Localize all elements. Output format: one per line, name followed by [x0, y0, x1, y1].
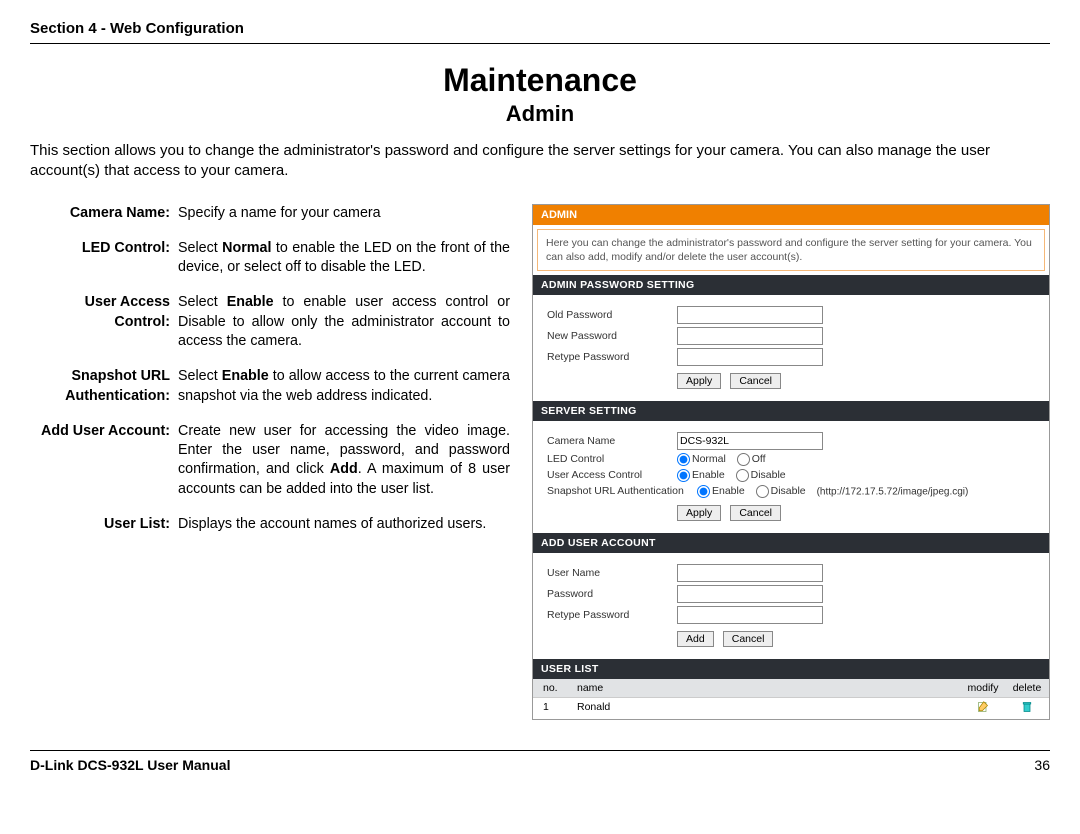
userlist-section-header: USER LIST — [533, 659, 1049, 679]
def-snapshot-text: Select Enable to allow access to the cur… — [178, 367, 510, 406]
server-section-header: SERVER SETTING — [533, 401, 1049, 421]
username-label: User Name — [537, 567, 677, 579]
userlist-row: 1 Ronald — [533, 698, 1049, 719]
new-password-label: New Password — [537, 330, 677, 342]
page-subtitle: Admin — [30, 101, 1050, 127]
col-modify: modify — [961, 682, 1005, 694]
adduser-section-header: ADD USER ACCOUNT — [533, 533, 1049, 553]
col-name: name — [577, 682, 961, 694]
admin-description: Here you can change the administrator's … — [537, 229, 1045, 271]
snapshot-auth-label: Snapshot URL Authentication — [537, 485, 697, 497]
userlist-header-row: no. name modify delete — [533, 679, 1049, 698]
retype-password2-label: Retype Password — [537, 609, 677, 621]
col-no: no. — [533, 682, 577, 694]
col-delete: delete — [1005, 682, 1049, 694]
uac-enable-radio[interactable] — [677, 469, 690, 482]
def-user-access-label: User Access Control: — [30, 293, 170, 332]
userlist-row-no: 1 — [533, 701, 577, 716]
def-user-access-text: Select Enable to enable user access cont… — [178, 293, 510, 351]
new-password-input[interactable] — [677, 327, 823, 345]
pwd-cancel-button[interactable]: Cancel — [730, 373, 781, 389]
def-add-user-label: Add User Account: — [30, 422, 170, 441]
snapshot-disable-radio[interactable] — [756, 485, 769, 498]
def-camera-name-label: Camera Name: — [30, 204, 170, 223]
uac-disable-radio[interactable] — [736, 469, 749, 482]
retype-password-label: Retype Password — [537, 351, 677, 363]
footer-page-number: 36 — [1034, 757, 1050, 773]
password-label: Password — [537, 588, 677, 600]
adduser-cancel-button[interactable]: Cancel — [723, 631, 774, 647]
retype-password2-input[interactable] — [677, 606, 823, 624]
password-input[interactable] — [677, 585, 823, 603]
def-led-control-label: LED Control: — [30, 239, 170, 258]
section-header: Section 4 - Web Configuration — [30, 20, 1050, 44]
add-user-button[interactable]: Add — [677, 631, 714, 647]
footer-manual-title: D-Link DCS-932L User Manual — [30, 757, 230, 773]
retype-password-input[interactable] — [677, 348, 823, 366]
server-cancel-button[interactable]: Cancel — [730, 505, 781, 521]
camera-name-label: Camera Name — [537, 435, 677, 447]
def-user-list-label: User List: — [30, 515, 170, 534]
userlist-row-name: Ronald — [577, 701, 961, 716]
def-camera-name-text: Specify a name for your camera — [178, 204, 510, 223]
page-title: Maintenance — [30, 62, 1050, 99]
admin-screenshot: ADMIN Here you can change the administra… — [532, 204, 1050, 720]
uac-label: User Access Control — [537, 469, 677, 481]
definitions-column: Camera Name: Specify a name for your cam… — [30, 204, 510, 551]
modify-icon[interactable] — [977, 701, 989, 713]
server-apply-button[interactable]: Apply — [677, 505, 721, 521]
def-led-control-text: Select Normal to enable the LED on the f… — [178, 239, 510, 278]
snapshot-enable-radio[interactable] — [697, 485, 710, 498]
pwd-apply-button[interactable]: Apply — [677, 373, 721, 389]
page-footer: D-Link DCS-932L User Manual 36 — [30, 750, 1050, 773]
led-normal-radio[interactable] — [677, 453, 690, 466]
delete-icon[interactable] — [1021, 701, 1033, 713]
camera-name-input[interactable] — [677, 432, 823, 450]
led-off-radio[interactable] — [737, 453, 750, 466]
admin-header-bar: ADMIN — [533, 205, 1049, 225]
old-password-input[interactable] — [677, 306, 823, 324]
led-control-label: LED Control — [537, 453, 677, 465]
intro-paragraph: This section allows you to change the ad… — [30, 141, 1050, 182]
def-add-user-text: Create new user for accessing the video … — [178, 422, 510, 499]
username-input[interactable] — [677, 564, 823, 582]
snapshot-url-text: (http://172.17.5.72/image/jpeg.cgi) — [817, 486, 969, 497]
old-password-label: Old Password — [537, 309, 677, 321]
def-user-list-text: Displays the account names of authorized… — [178, 515, 510, 534]
def-snapshot-label: Snapshot URL Authentication: — [30, 367, 170, 406]
pwd-section-header: ADMIN PASSWORD SETTING — [533, 275, 1049, 295]
